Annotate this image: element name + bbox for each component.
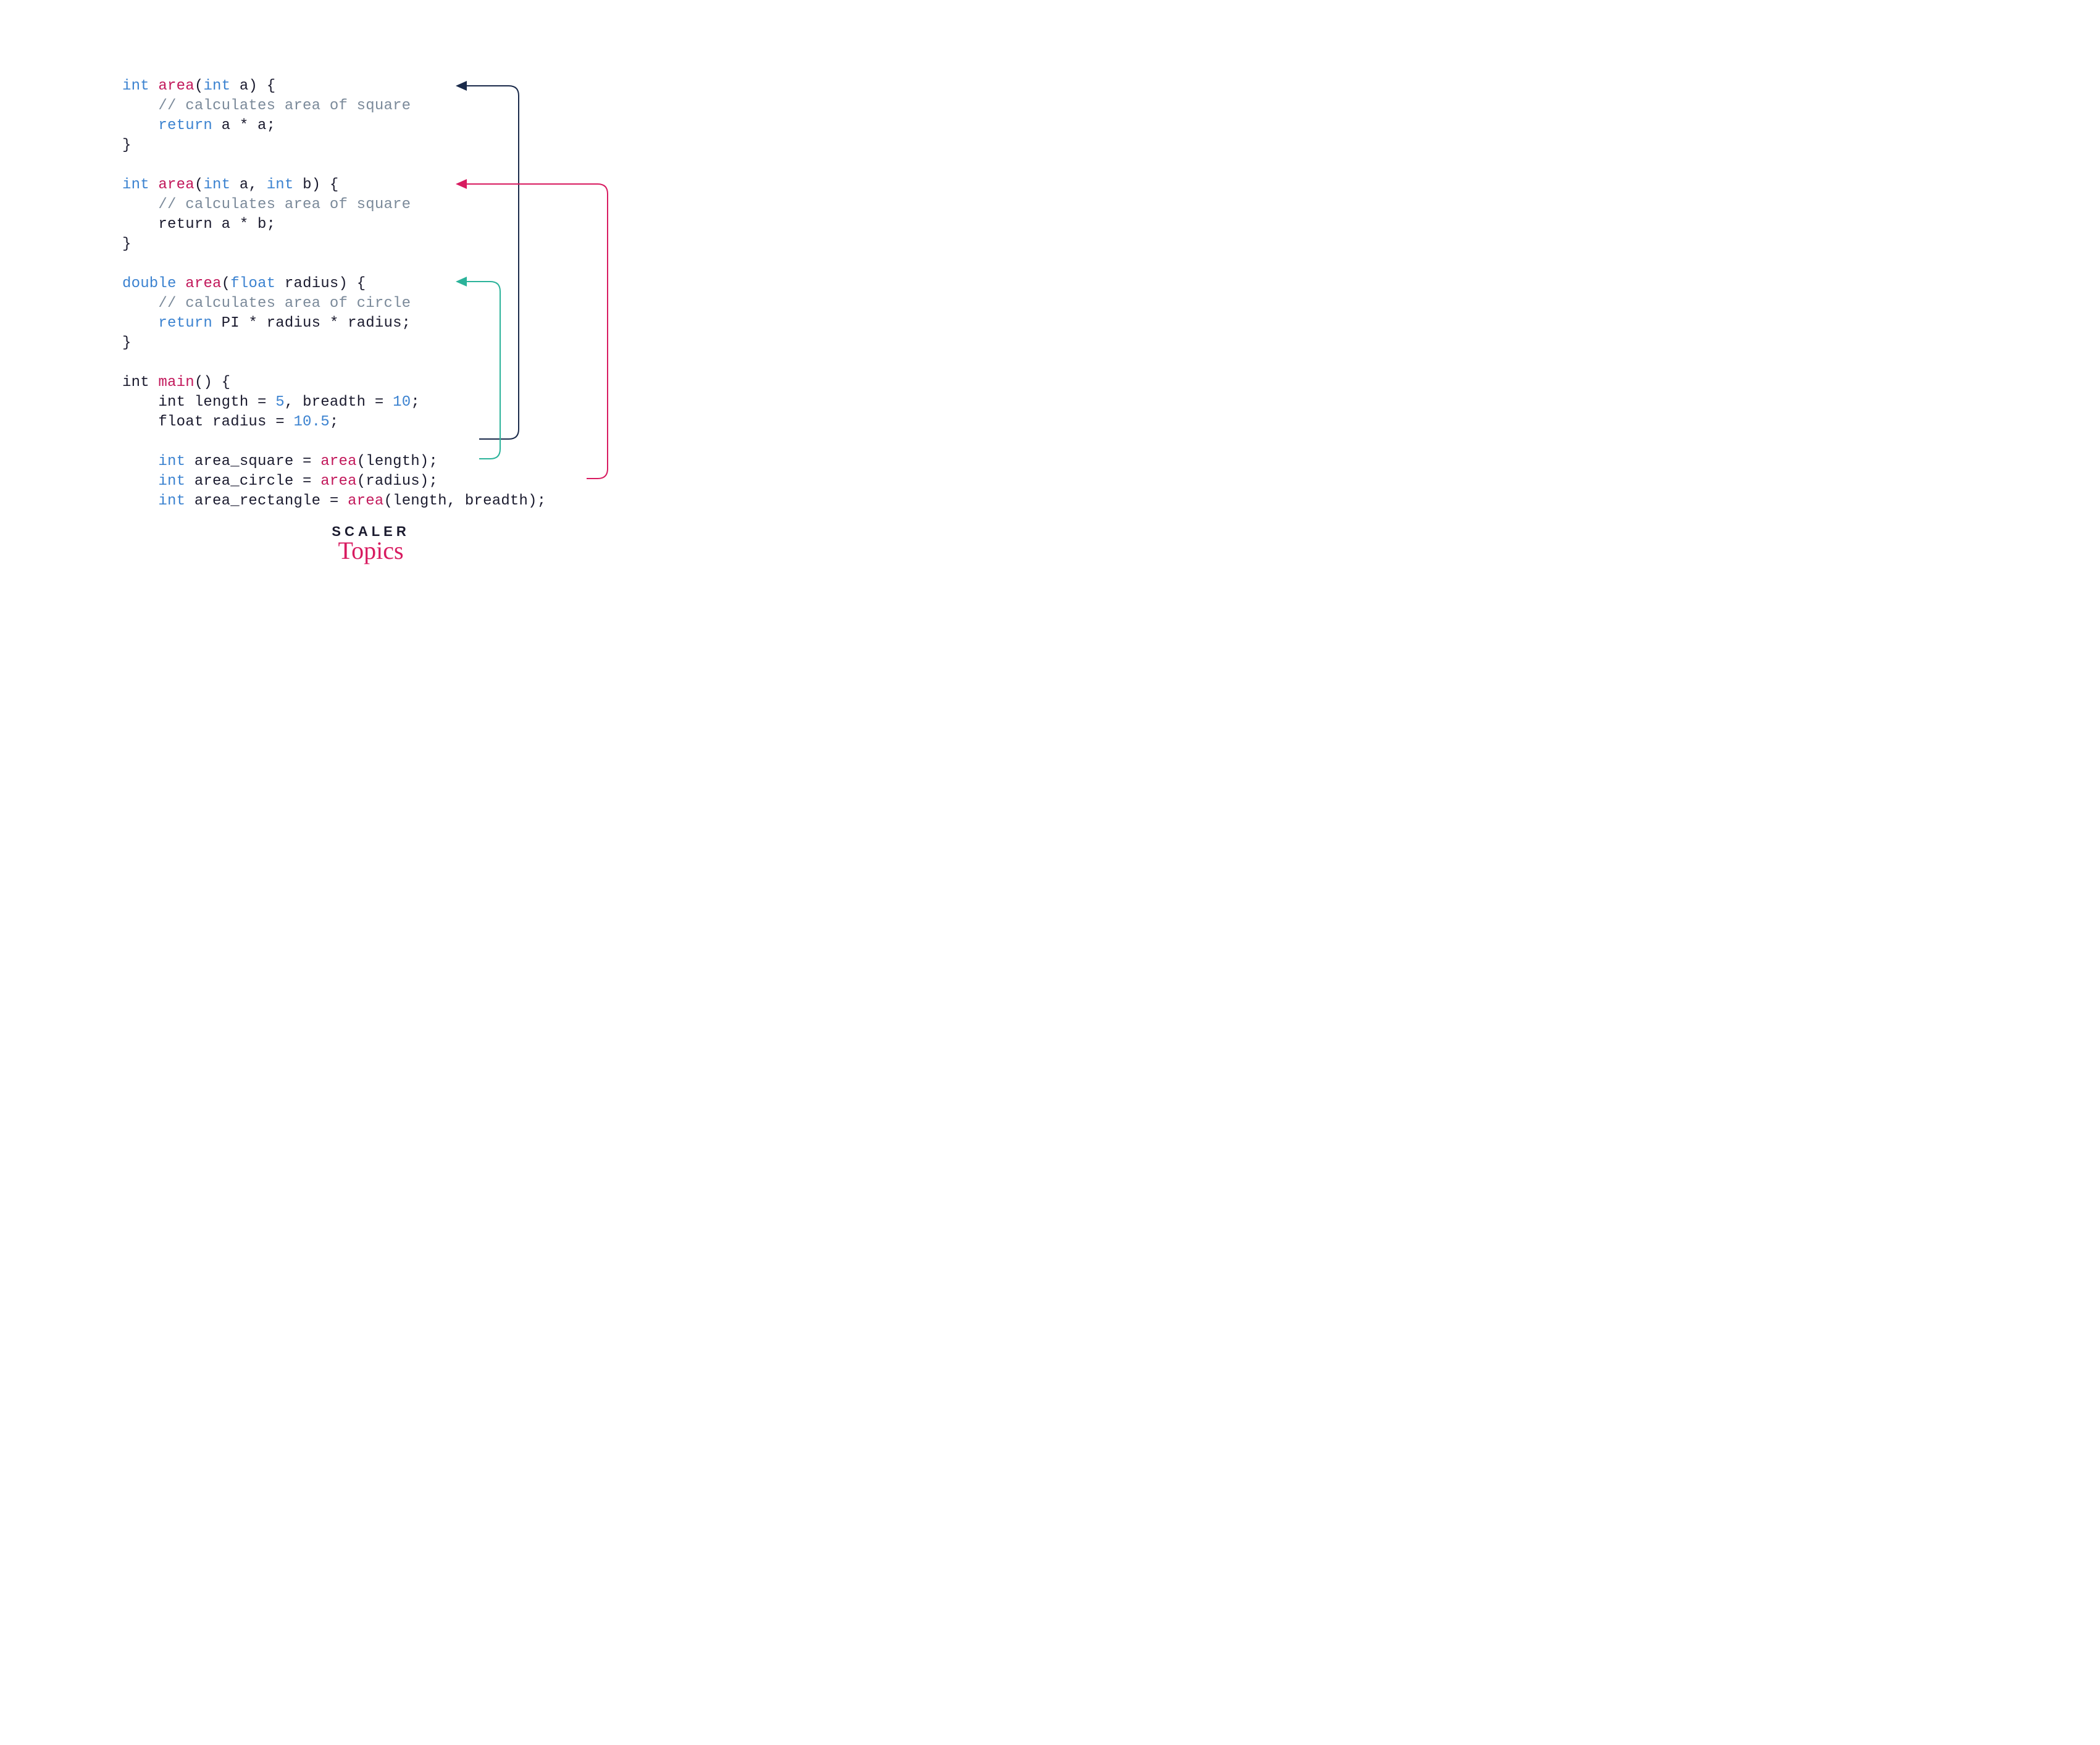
fn-area-2: area <box>158 177 194 193</box>
fn-area-1: area <box>158 78 194 94</box>
kw-int: int <box>122 177 149 193</box>
scaler-logo: SCALER Topics <box>0 524 742 565</box>
call-area-square: area <box>320 453 356 470</box>
kw-int: int <box>122 78 149 94</box>
code-block: int area(int a) { // calculates area of … <box>122 57 546 511</box>
fn-area-3: area <box>185 275 221 292</box>
diagram-canvas: int area(int a) { // calculates area of … <box>0 0 742 616</box>
call-area-rect: area <box>348 493 383 509</box>
comment-sq: // calculates area of square <box>122 98 411 114</box>
comment-rect: // calculates area of square <box>122 196 411 213</box>
kw-double: double <box>122 275 177 292</box>
fn-main: main <box>158 374 194 391</box>
call-area-circle: area <box>320 473 356 490</box>
comment-circ: // calculates area of circle <box>122 295 411 312</box>
logo-line2: Topics <box>0 536 742 565</box>
